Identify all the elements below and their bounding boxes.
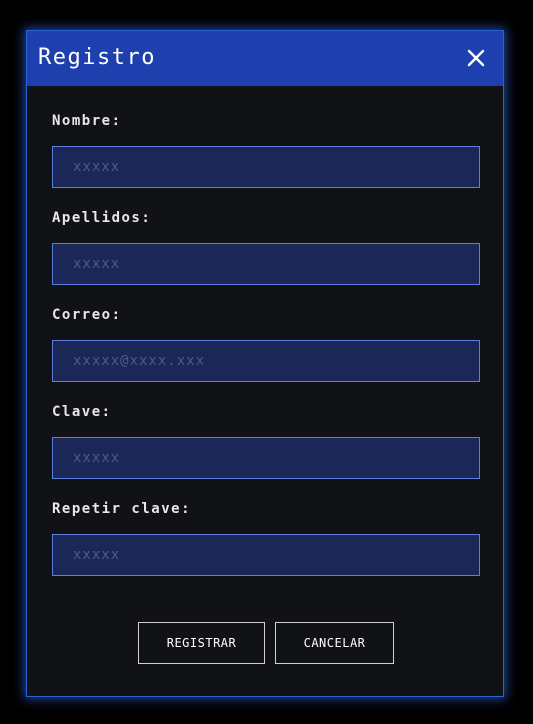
close-button[interactable] [463, 45, 489, 71]
nombre-label: Nombre: [52, 113, 122, 129]
correo-input[interactable] [52, 340, 480, 382]
apellidos-input[interactable] [52, 243, 480, 285]
cancel-button[interactable]: CANCELAR [275, 622, 394, 664]
dialog-header: Registro [27, 31, 503, 86]
register-button[interactable]: REGISTRAR [138, 622, 265, 664]
repetir-clave-label: Repetir clave: [52, 501, 192, 517]
repetir-clave-input[interactable] [52, 534, 480, 576]
clave-input[interactable] [52, 437, 480, 479]
close-icon [467, 49, 485, 67]
nombre-input[interactable] [52, 146, 480, 188]
register-dialog: Registro Nombre: Apellidos: Correo: Clav… [26, 30, 504, 697]
correo-label: Correo: [52, 307, 122, 323]
apellidos-label: Apellidos: [52, 210, 152, 226]
dialog-title: Registro [38, 45, 156, 70]
clave-label: Clave: [52, 404, 112, 420]
